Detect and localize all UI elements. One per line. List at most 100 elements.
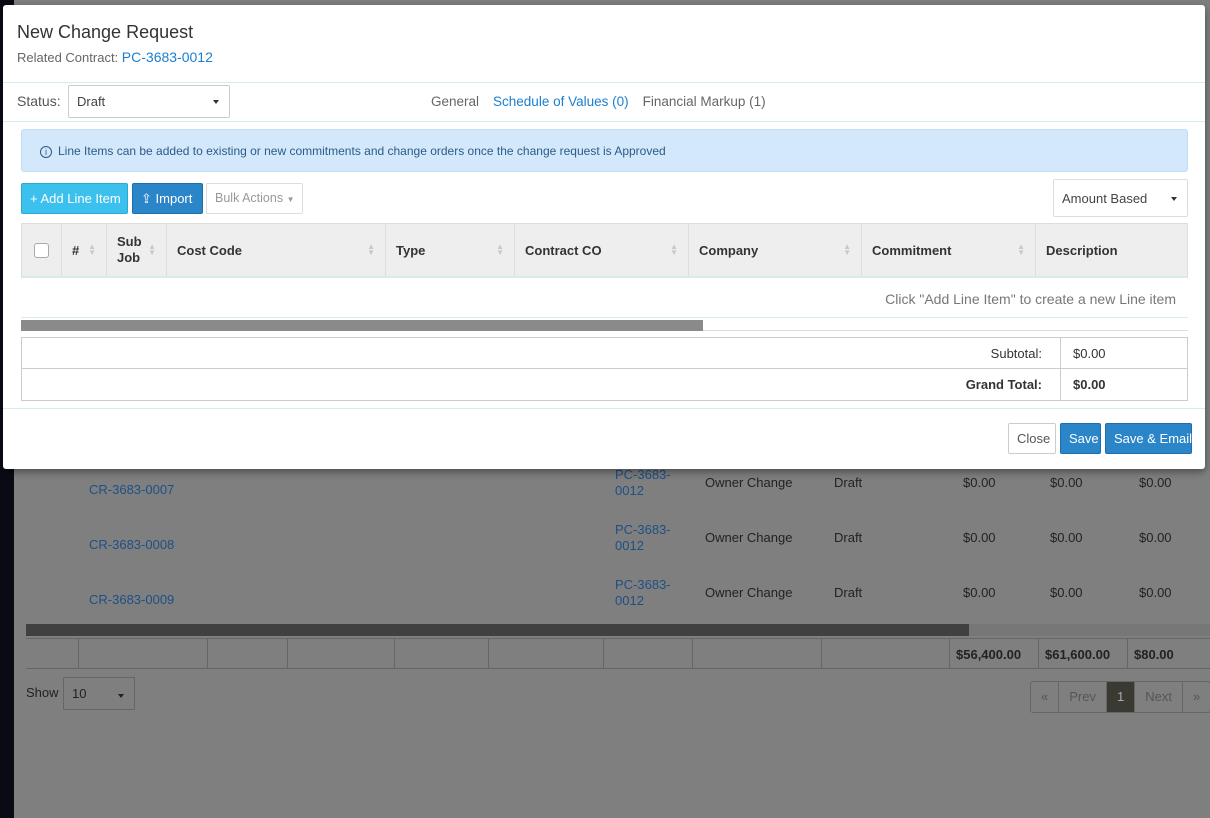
add-line-item-button[interactable]: + Add Line Item [21,183,128,214]
status-cell: Draft [834,585,863,600]
scrollbar-thumb[interactable] [26,624,969,636]
amount-cell: $0.00 [1139,475,1172,490]
grand-total-value: $0.00 [1060,369,1187,400]
totals-table: Subtotal: $0.00 Grand Total: $0.00 [21,337,1188,401]
page-1-button[interactable]: 1 [1105,682,1135,712]
background-table-row: CR-3683-0009 PC-3683- 0012 Owner Change Draf… [26,565,1210,620]
sort-icon: ▲ ▼ [496,242,504,257]
select-all-checkbox[interactable] [34,242,49,258]
sort-icon: ▲ ▼ [1017,242,1025,257]
type-cell: Owner Change [705,585,793,600]
last-page-button[interactable]: » [1181,682,1210,712]
column-commitment[interactable]: Commitment ▲ ▼ [862,224,1036,276]
caret-down-icon: ▼ [286,195,295,204]
change-request-link[interactable]: CR-3683-0008 [89,537,174,552]
contract-link[interactable]: 0012 [615,538,644,553]
subtotal-label: Subtotal: [990,346,1042,361]
column-company[interactable]: Company ▲ ▼ [689,224,862,276]
show-label: Show [26,685,59,700]
page-size-select[interactable]: 10 [63,677,135,710]
amount-cell: $0.00 [1050,585,1083,600]
save-button[interactable]: Save [1060,423,1101,454]
change-request-link[interactable]: CR-3683-0009 [89,592,174,607]
contract-link[interactable]: 0012 [615,593,644,608]
type-cell: Owner Change [705,530,793,545]
tab-general[interactable]: General [431,94,479,109]
page-size-value: 10 [72,686,87,701]
bulk-actions-button[interactable]: Bulk Actions ▼ [206,183,303,214]
modal-title: New Change Request [17,22,194,42]
column-number[interactable]: # ▲ ▼ [62,224,107,276]
sort-icon: ▲ ▼ [670,242,678,257]
amount-cell: $0.00 [1139,530,1172,545]
divider [3,82,1205,83]
bulk-actions-label: Bulk Actions [215,191,284,205]
table-horizontal-scrollbar[interactable] [21,320,1188,331]
background-horizontal-scrollbar[interactable] [26,624,1210,636]
sort-icon: ▲ ▼ [148,242,156,257]
amount-cell: $0.00 [1050,475,1083,490]
upload-icon: ⇪ [141,191,152,206]
contract-link[interactable]: 0012 [615,483,644,498]
subtotal-value: $0.00 [1060,338,1187,368]
related-contract-link[interactable]: PC-3683-0012 [122,49,213,65]
sort-icon: ▲ ▼ [88,242,96,257]
related-contract: Related Contract: PC-3683-0012 [17,49,213,65]
next-page-button[interactable]: Next [1134,682,1182,712]
plus-icon: + [30,191,38,206]
pagination: « Prev 1 Next » [1030,681,1210,713]
amount-mode-select[interactable]: Amount Based [1053,179,1188,217]
prev-page-button[interactable]: Prev [1058,682,1106,712]
divider [3,408,1205,409]
contract-link[interactable]: PC-3683- [615,522,671,537]
close-button[interactable]: Close [1008,423,1056,454]
chevron-down-icon [1171,197,1177,201]
column-type[interactable]: Type ▲ ▼ [386,224,515,276]
amount-cell: $0.00 [963,585,996,600]
total-cell: $61,600.00 [1038,639,1127,668]
chevron-down-icon [213,100,219,104]
alert-text: Line Items can be added to existing or n… [58,144,666,158]
column-cost-code[interactable]: Cost Code ▲ ▼ [167,224,386,276]
status-label: Status: [17,93,61,109]
status-value: Draft [77,94,106,109]
new-change-request-modal: New Change Request Related Contract: PC-… [3,5,1205,469]
sort-icon: ▲ ▼ [843,242,851,257]
scrollbar-thumb[interactable] [21,320,703,331]
line-items-table-header: # ▲ ▼ Sub Job ▲ ▼ Cost Code ▲ ▼ Type ▲ ▼ Contrac… [21,223,1188,278]
import-label: Import [155,191,193,206]
status-cell: Draft [834,530,863,545]
info-alert: i Line Items can be added to existing or … [21,129,1188,172]
add-line-item-label: Add Line Item [40,191,121,206]
amount-cell: $0.00 [963,475,996,490]
total-cell: $80.00 [1127,639,1207,668]
sort-icon: ▲ ▼ [367,242,375,257]
column-contract-co[interactable]: Contract CO ▲ ▼ [515,224,689,276]
related-contract-label: Related Contract: [17,50,119,65]
status-select[interactable]: Draft [68,85,230,118]
type-cell: Owner Change [705,475,793,490]
amount-mode-value: Amount Based [1062,191,1148,206]
import-button[interactable]: ⇪ Import [132,183,203,214]
amount-cell: $0.00 [1139,585,1172,600]
contract-link[interactable]: PC-3683- [615,577,671,592]
change-request-link[interactable]: CR-3683-0007 [89,482,174,497]
save-and-email-button[interactable]: Save & Email [1105,423,1192,454]
first-page-button[interactable]: « [1031,682,1058,712]
info-icon: i [40,146,52,158]
tab-schedule-of-values[interactable]: Schedule of Values (0) [493,94,629,109]
status-cell: Draft [834,475,863,490]
empty-table-message: Click "Add Line Item" to create a new Li… [21,278,1188,318]
contract-link[interactable]: PC-3683- [615,467,671,482]
column-description[interactable]: Description [1036,224,1187,276]
total-cell: $56,400.00 [949,639,1038,668]
modal-tabs: General Schedule of Values (0) Financial… [431,94,766,109]
divider [3,121,1205,122]
background-table-row: CR-3683-0008 PC-3683- 0012 Owner Change Draf… [26,510,1210,565]
grand-total-label: Grand Total: [965,377,1042,392]
tab-financial-markup[interactable]: Financial Markup (1) [643,94,766,109]
column-sub-job[interactable]: Sub Job ▲ ▼ [107,224,167,276]
amount-cell: $0.00 [1050,530,1083,545]
background-totals-row: $56,400.00 $61,600.00 $80.00 [26,638,1210,669]
amount-cell: $0.00 [963,530,996,545]
